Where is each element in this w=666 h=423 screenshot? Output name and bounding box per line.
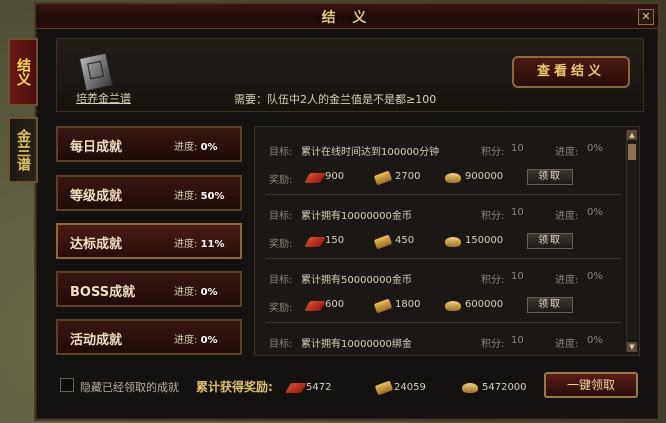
achievement-list[interactable]: 目标: 累计在线时间达到100000分钟 积分: 10 进度: 0% 奖励: 9… (254, 126, 640, 356)
category-progress: 进度: 11% (174, 239, 225, 250)
category-name: 每日成就 (70, 140, 123, 155)
title-bar: 结 义 ✕ (36, 4, 658, 29)
category-boss[interactable]: BOSS成就 进度: 0% (56, 271, 242, 307)
category-progress: 进度: 50% (174, 191, 225, 202)
target-text: 累计在线时间达到100000分钟 (301, 147, 440, 158)
list-item: 目标: 累计在线时间达到100000分钟 积分: 10 进度: 0% 奖励: 9… (255, 131, 625, 195)
points-value: 10 (511, 271, 524, 282)
total-rewards-label: 累计获得奖励: (196, 380, 273, 394)
scroll-up-arrow-icon[interactable]: ▲ (627, 130, 637, 140)
claim-all-button[interactable]: 一键领取 (544, 372, 638, 398)
requirement-text: 需要：队伍中2人的金兰值是不是都≥100 (234, 93, 437, 106)
category-name: 等级成就 (70, 189, 123, 204)
target-text: 累计拥有50000000金币 (301, 275, 412, 286)
category-level[interactable]: 等级成就 进度: 50% (56, 175, 242, 211)
category-milestone[interactable]: 达标成就 进度: 11% (56, 223, 242, 259)
coin-pile-icon (445, 237, 461, 247)
category-progress: 进度: 0% (174, 335, 218, 346)
coin-pile-icon (462, 383, 478, 393)
category-name: BOSS成就 (70, 285, 136, 300)
coin-pile-icon (445, 173, 461, 183)
scroll-down-arrow-icon[interactable]: ▼ (627, 342, 637, 352)
list-item: 目标: 累计拥有10000000金币 积分: 10 进度: 0% 奖励: 150… (255, 195, 625, 259)
tab-jinlan[interactable]: 金兰谱 (8, 117, 38, 183)
gold-ingot-icon (373, 170, 393, 186)
category-progress: 进度: 0% (174, 142, 218, 153)
category-name: 达标成就 (70, 237, 123, 252)
claim-button[interactable]: 领取 (527, 233, 573, 249)
feather-icon (304, 173, 326, 183)
tab-jieyi[interactable]: 结义 (8, 38, 38, 106)
feather-icon (304, 301, 326, 311)
coin-pile-icon (445, 301, 461, 311)
list-item: 目标: 累计拥有10000000绑金 积分: 10 进度: 0% (269, 335, 603, 350)
hide-claimed-label: 隐藏已经领取的成就 (80, 381, 179, 394)
progress-value: 0% (587, 207, 603, 218)
progress-value: 0% (587, 335, 603, 346)
category-event[interactable]: 活动成就 进度: 0% (56, 319, 242, 355)
window-title: 结 义 (321, 10, 373, 26)
cultivate-book-link[interactable]: 培养金兰谱 (76, 90, 131, 106)
category-progress: 进度: 0% (174, 287, 218, 298)
total-feather-value: 5472 (306, 382, 332, 393)
progress-value: 0% (587, 143, 603, 154)
target-text: 累计拥有10000000绑金 (301, 339, 412, 350)
hide-claimed-checkbox[interactable] (60, 378, 74, 392)
list-item: 目标: 累计拥有50000000金币 积分: 10 进度: 0% 奖励: 600… (255, 259, 625, 323)
claim-button[interactable]: 领取 (527, 169, 573, 185)
gold-ingot-icon (373, 234, 393, 250)
feather-icon (304, 237, 326, 247)
total-coin-value: 5472000 (482, 382, 527, 393)
category-daily[interactable]: 每日成就 进度: 0% (56, 126, 242, 162)
gold-ingot-icon (373, 298, 393, 314)
close-button[interactable]: ✕ (638, 9, 654, 25)
points-value: 10 (511, 143, 524, 154)
target-text: 累计拥有10000000金币 (301, 211, 412, 222)
points-value: 10 (511, 335, 524, 346)
claim-button[interactable]: 领取 (527, 297, 573, 313)
total-ingot-value: 24059 (394, 382, 426, 393)
list-scrollbar[interactable]: ▲ ▼ (626, 130, 637, 352)
category-name: 活动成就 (70, 333, 123, 348)
scroll-thumb[interactable] (628, 144, 636, 160)
view-sworn-button[interactable]: 查看结义 (512, 56, 630, 88)
points-value: 10 (511, 207, 524, 218)
progress-value: 0% (587, 271, 603, 282)
